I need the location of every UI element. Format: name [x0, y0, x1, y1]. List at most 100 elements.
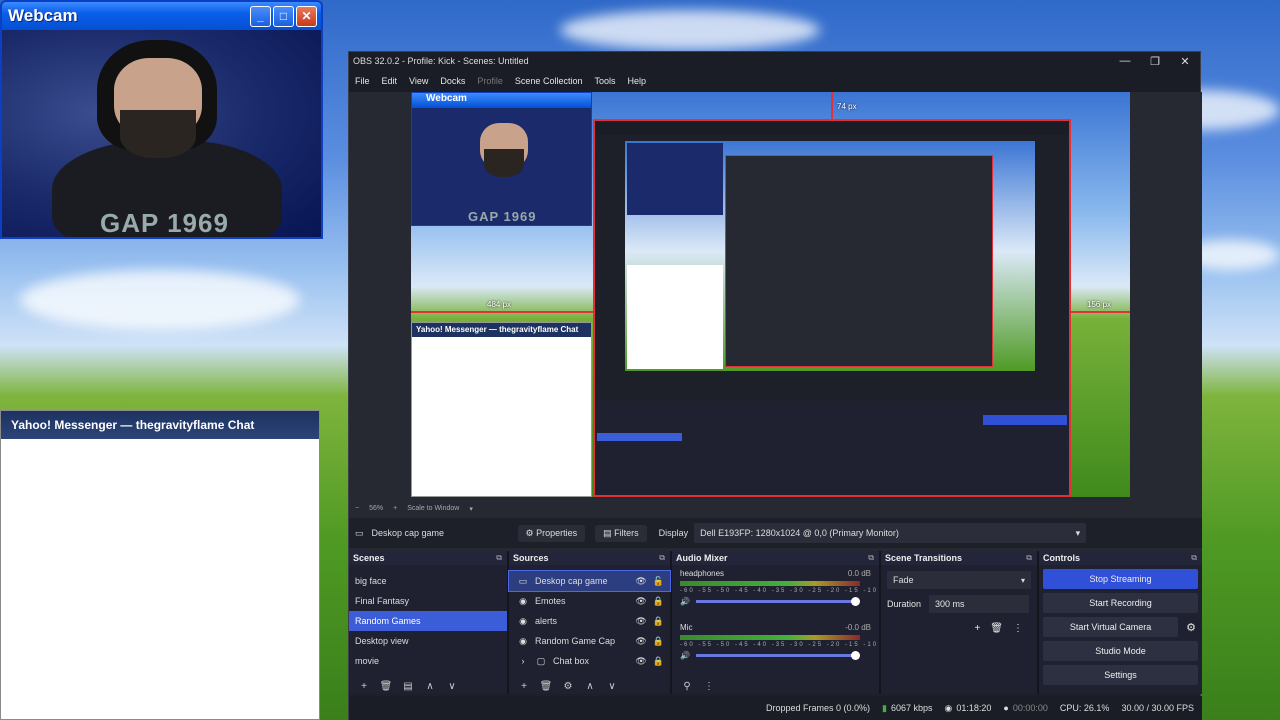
sources-toolbar: + 🗑 ⚙ ∧ ∨ [513, 681, 623, 692]
popout-icon[interactable]: ⧉ [1191, 553, 1197, 563]
source-item[interactable]: ◉ alerts 👁 🔒 [509, 611, 670, 631]
menu-edit[interactable]: Edit [382, 76, 398, 86]
scene-item[interactable]: movie [349, 651, 507, 671]
more-icon[interactable]: ⋮ [698, 681, 720, 692]
source-toolbar: ▭ Deskop cap game ⚙ Properties ▤ Filters… [349, 518, 1202, 548]
person-beard [120, 110, 196, 158]
signal-icon: ▮ [882, 702, 887, 713]
start-virtual-camera-button[interactable]: Start Virtual Camera [1043, 617, 1179, 637]
scene-item[interactable]: big face [349, 571, 507, 591]
lock-icon[interactable]: 🔒 [653, 596, 664, 607]
preview-webcam-title: Webcam [412, 93, 591, 108]
menu-view[interactable]: View [409, 76, 428, 86]
speaker-icon[interactable]: 🔊 [680, 651, 690, 660]
preview-area[interactable]: Webcam GAP 1969 Yahoo! Messenger — thegr… [349, 92, 1202, 554]
scenes-dock: Scenes ⧉ big face Final Fantasy Random G… [349, 551, 509, 694]
volume-slider[interactable] [695, 651, 860, 660]
volume-knob[interactable] [850, 597, 860, 606]
lock-icon[interactable]: 🔒 [653, 636, 664, 647]
expand-icon[interactable]: › [517, 656, 529, 666]
status-bar: Dropped Frames 0 (0.0%) ▮ 6067 kbps ◉ 01… [349, 696, 1202, 720]
guide-left [411, 311, 593, 313]
start-recording-button[interactable]: Start Recording [1043, 593, 1198, 613]
menu-docks[interactable]: Docks [440, 76, 465, 86]
eye-icon[interactable]: 👁 [635, 636, 646, 647]
lock-icon[interactable]: 🔒 [653, 616, 664, 627]
trash-icon[interactable]: 🗑 [535, 681, 557, 692]
zoom-bar: − 56% + Scale to Window ▾ [349, 501, 1202, 516]
popout-icon[interactable]: ⧉ [868, 553, 874, 563]
add-icon[interactable]: + [974, 623, 980, 634]
add-icon[interactable]: + [353, 681, 375, 692]
link-icon[interactable]: ⚲ [676, 681, 698, 692]
channel-name: headphones [680, 569, 725, 578]
unlock-icon[interactable]: 🔓 [653, 576, 664, 587]
eye-icon[interactable]: 👁 [635, 596, 646, 607]
maximize-icon[interactable]: □ [273, 5, 294, 27]
chat-window: Yahoo! Messenger — thegravityflame Chat [0, 410, 320, 720]
popout-icon[interactable]: ⧉ [496, 553, 502, 563]
trash-icon[interactable]: 🗑 [990, 623, 1003, 634]
eye-icon[interactable]: 👁 [635, 616, 646, 627]
preview-canvas[interactable]: Webcam GAP 1969 Yahoo! Messenger — thegr… [411, 92, 1130, 497]
settings-button[interactable]: Settings [1043, 665, 1198, 685]
duration-input[interactable]: 300 ms [929, 595, 1030, 613]
more-icon[interactable]: ⋮ [1013, 623, 1023, 634]
source-item[interactable]: ◉ Random Game Cap 👁 🔒 [509, 631, 670, 651]
preview-shirt-text: GAP 1969 [468, 209, 537, 224]
lock-icon[interactable]: 🔒 [653, 656, 664, 667]
obs-window: OBS 32.0.2 - Profile: Kick - Scenes: Unt… [348, 51, 1202, 720]
popout-icon[interactable]: ⧉ [659, 553, 665, 563]
display-select[interactable]: Dell E193FP: 1280x1024 @ 0,0 (Primary Mo… [694, 523, 1087, 543]
guide-top [831, 92, 833, 119]
obs-title: OBS 32.0.2 - Profile: Kick - Scenes: Unt… [353, 56, 529, 66]
scene-item[interactable]: Desktop view [349, 631, 507, 651]
menu-tools[interactable]: Tools [594, 76, 615, 86]
filters-button[interactable]: ▤ Filters [595, 524, 647, 542]
stop-streaming-button[interactable]: Stop Streaming [1043, 569, 1198, 589]
browser-icon: ◉ [519, 595, 527, 606]
folder-icon: ▢ [536, 655, 546, 666]
menu-file[interactable]: File [355, 76, 370, 86]
eye-icon[interactable]: 👁 [635, 656, 646, 667]
studio-mode-button[interactable]: Studio Mode [1043, 641, 1198, 661]
obs-titlebar[interactable]: OBS 32.0.2 - Profile: Kick - Scenes: Unt… [349, 52, 1200, 70]
gear-icon[interactable]: ⚙ [557, 681, 579, 692]
close-icon[interactable]: ✕ [1170, 55, 1200, 68]
arrow-up-icon[interactable]: ∧ [579, 681, 601, 692]
minimize-icon[interactable]: _ [250, 5, 271, 27]
source-item-selected[interactable]: ▭ Deskop cap game 👁 🔓 [508, 570, 671, 592]
chevron-down-icon[interactable]: ▾ [469, 505, 473, 513]
arrow-down-icon[interactable]: ∨ [601, 681, 623, 692]
close-icon[interactable]: ✕ [296, 5, 317, 27]
volume-knob[interactable] [850, 651, 860, 660]
source-item[interactable]: ◉ Emotes 👁 🔒 [509, 591, 670, 611]
webcam-titlebar[interactable]: Webcam _ □ ✕ [2, 2, 321, 30]
source-item[interactable]: › ▢ Chat box 👁 🔒 [509, 651, 670, 671]
eye-icon[interactable]: 👁 [635, 576, 646, 587]
popout-icon[interactable]: ⧉ [1026, 553, 1032, 563]
zoom-mode[interactable]: Scale to Window [407, 505, 459, 512]
speaker-icon[interactable]: 🔊 [680, 597, 690, 606]
arrow-down-icon[interactable]: ∨ [441, 681, 463, 692]
gear-icon[interactable]: ⚙ [1186, 621, 1196, 634]
transition-select[interactable]: Fade ▾ [887, 571, 1031, 589]
minimize-icon[interactable]: — [1110, 55, 1140, 68]
zoom-out-icon[interactable]: − [355, 505, 359, 512]
restore-icon[interactable]: ❐ [1140, 55, 1170, 68]
menu-scene-collection[interactable]: Scene Collection [515, 76, 583, 86]
trash-icon[interactable]: 🗑 [375, 681, 397, 692]
zoom-in-icon[interactable]: + [393, 505, 397, 512]
scene-item[interactable]: Final Fantasy [349, 591, 507, 611]
menu-profile[interactable]: Profile [477, 76, 503, 86]
recursive-stop-streaming [983, 415, 1067, 425]
properties-button[interactable]: ⚙ Properties [517, 524, 586, 542]
mixer-channel: Mic -0.0 dB -60 -55 -50 -45 -40 -35 -30 … [672, 619, 898, 667]
arrow-up-icon[interactable]: ∧ [419, 681, 441, 692]
menu-help[interactable]: Help [627, 76, 646, 86]
recursive-capture[interactable] [593, 119, 1071, 497]
add-icon[interactable]: + [513, 681, 535, 692]
volume-slider[interactable] [695, 597, 860, 606]
filter-icon[interactable]: ▤ [397, 681, 419, 692]
scene-item-selected[interactable]: Random Games [349, 611, 507, 631]
